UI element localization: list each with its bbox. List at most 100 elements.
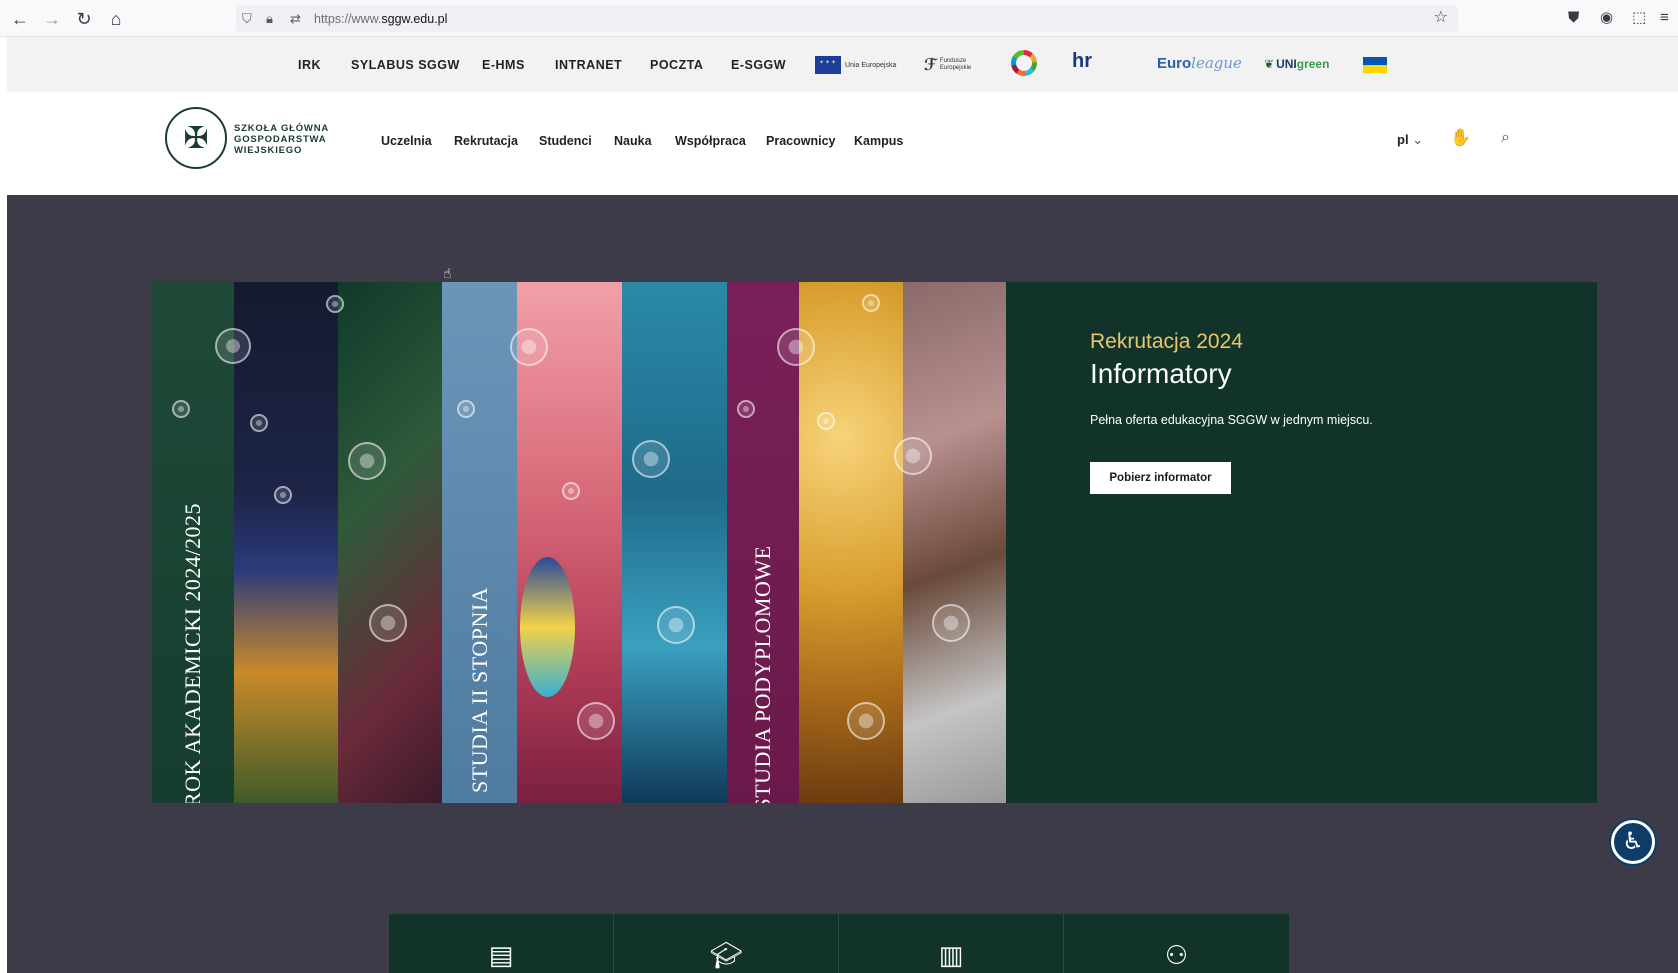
browser-toolbar: ← → ↻ ⌂ ⛉ 🔒︎ ⇄ https://www.sggw.edu.pl ☆… bbox=[0, 0, 1678, 37]
decor-bubble bbox=[215, 328, 251, 364]
pocket-icon[interactable]: ⛊ bbox=[1568, 9, 1579, 27]
decor-bubble bbox=[737, 400, 755, 418]
decor-bubble bbox=[632, 440, 670, 478]
euroleague-logo[interactable]: Euro league bbox=[1157, 52, 1242, 74]
forward-icon[interactable]: → bbox=[40, 7, 64, 31]
util-link-esggw[interactable]: E-SGGW bbox=[731, 58, 786, 72]
reload-icon[interactable]: ↻ bbox=[72, 7, 96, 31]
quick-link-tile[interactable]: ▥ bbox=[839, 914, 1064, 973]
hr-logo[interactable]: hr bbox=[1072, 50, 1092, 72]
eu-logo[interactable]: Unia Europejska bbox=[815, 54, 896, 76]
fundusze-logo[interactable]: ℱ Fundusze Europejskie bbox=[924, 54, 979, 76]
accessibility-button[interactable]: ♿︎ bbox=[1611, 820, 1655, 864]
bookmark-star-icon[interactable]: ☆ bbox=[1434, 9, 1448, 27]
decor-bubble bbox=[274, 486, 292, 504]
nav-kampus[interactable]: Kampus bbox=[854, 134, 903, 148]
graduation-cap-icon: 🎓︎ bbox=[709, 940, 743, 970]
main-header: ✠ SZKOŁA GŁÓWNA GOSPODARSTWA WIEJSKIEGO … bbox=[7, 92, 1678, 195]
decor-bubble bbox=[894, 437, 932, 475]
banner-kicker: Rekrutacja 2024 bbox=[1090, 330, 1243, 353]
strip-water bbox=[622, 282, 727, 803]
eu-flag-icon bbox=[815, 56, 841, 74]
chevron-down-icon: ⌄ bbox=[1412, 132, 1424, 147]
quick-link-tile[interactable]: ⚇ bbox=[1064, 914, 1289, 973]
decor-bubble bbox=[250, 414, 268, 432]
decor-bubble bbox=[817, 412, 835, 430]
decor-bubble bbox=[348, 442, 386, 480]
hr-logo-text: hr bbox=[1072, 49, 1092, 72]
extensions-icon[interactable]: ⬚ bbox=[1632, 9, 1646, 27]
url-bar[interactable]: ⛉ 🔒︎ ⇄ https://www.sggw.edu.pl ☆ bbox=[236, 5, 1458, 32]
nav-uczelnia[interactable]: Uczelnia bbox=[381, 134, 432, 148]
language-label: pl bbox=[1397, 132, 1409, 147]
hero-banner: ROK AKADEMICKI 2024/2025 STUDIA II STOPN… bbox=[152, 282, 1597, 803]
url-text: https://www.sggw.edu.pl bbox=[314, 11, 447, 27]
lock-icon[interactable]: 🔒︎ bbox=[266, 10, 273, 27]
language-select[interactable]: pl ⌄ bbox=[1397, 132, 1423, 148]
util-link-poczta[interactable]: POCZTA bbox=[650, 58, 703, 72]
util-link-irk[interactable]: IRK bbox=[298, 58, 321, 72]
banner-description: Pełna oferta edukacyjna SGGW w jednym mi… bbox=[1090, 413, 1373, 427]
brand-line2: GOSPODARSTWA bbox=[234, 134, 327, 145]
strip-hands bbox=[903, 282, 1006, 803]
ukraine-flag[interactable] bbox=[1363, 54, 1387, 76]
fundusze-icon: ℱ bbox=[924, 56, 937, 74]
search-icon[interactable]: ⌕ bbox=[1501, 129, 1510, 147]
decor-bubble bbox=[326, 295, 344, 313]
hand-cursor-icon: ☝ bbox=[443, 265, 452, 281]
quick-links: ▤ 🎓︎ ▥ ⚇ bbox=[389, 914, 1289, 973]
nav-studenci[interactable]: Studenci bbox=[539, 134, 592, 148]
util-link-ehms[interactable]: E-HMS bbox=[482, 58, 525, 72]
decor-bubble bbox=[862, 294, 880, 312]
eu-logo-label: Unia Europejska bbox=[845, 61, 897, 69]
nav-pracownicy[interactable]: Pracownicy bbox=[766, 134, 835, 148]
brand-name[interactable]: SZKOŁA GŁÓWNA GOSPODARSTWA WIEJSKIEGO bbox=[234, 123, 329, 156]
decor-bubble bbox=[369, 604, 407, 642]
decor-bubble bbox=[777, 328, 815, 366]
decor-bubble bbox=[577, 702, 615, 740]
decor-bubble bbox=[457, 400, 475, 418]
home-icon[interactable]: ⌂ bbox=[104, 7, 128, 31]
nav-rekrutacja[interactable]: Rekrutacja bbox=[454, 134, 518, 148]
utility-bar: IRK SYLABUS SGGW E-HMS INTRANET POCZTA E… bbox=[7, 37, 1678, 92]
strip-second-degree: STUDIA II STOPNIA bbox=[442, 282, 517, 803]
people-group-icon: ⚇ bbox=[1164, 940, 1189, 970]
url-domain: sggw.edu.pl bbox=[381, 12, 448, 26]
unigreen-a: UNI bbox=[1276, 57, 1297, 71]
sdg-wheel-icon bbox=[1011, 50, 1037, 76]
nav-wspolpraca[interactable]: Współpraca bbox=[675, 134, 746, 148]
permissions-icon[interactable]: ⇄ bbox=[290, 10, 301, 27]
menu-icon[interactable]: ≡ bbox=[1660, 9, 1669, 27]
banner-image-strips: ROK AKADEMICKI 2024/2025 STUDIA II STOPN… bbox=[152, 282, 1006, 803]
strip-label-postgraduate: STUDIA PODYPLOMOWE bbox=[750, 545, 775, 803]
shield-icon[interactable]: ⛉ bbox=[242, 10, 252, 27]
sdg-logo[interactable] bbox=[1011, 50, 1037, 76]
strip-label-second-degree: STUDIA II STOPNIA bbox=[466, 586, 492, 794]
strip-city bbox=[234, 282, 338, 803]
back-icon[interactable]: ← bbox=[8, 7, 32, 31]
strip-leaves bbox=[338, 282, 442, 803]
fish-shape bbox=[520, 557, 575, 697]
buildings-icon: ▥ bbox=[938, 940, 964, 970]
euroleague-a: Euro bbox=[1157, 54, 1192, 72]
url-prefix: https://www. bbox=[314, 12, 382, 26]
quick-link-tile[interactable]: ▤ bbox=[389, 914, 614, 973]
nav-nauka[interactable]: Nauka bbox=[614, 134, 652, 148]
sign-language-icon[interactable]: ✋ bbox=[1450, 128, 1471, 148]
unigreen-b: green bbox=[1296, 57, 1330, 71]
leaf-icon: ❦ bbox=[1264, 57, 1275, 71]
decor-bubble bbox=[932, 604, 970, 642]
fundusze-label: Fundusze Europejskie bbox=[939, 58, 972, 71]
account-icon[interactable]: ◉ bbox=[1600, 9, 1613, 27]
sggw-crest-icon[interactable]: ✠ bbox=[165, 107, 227, 169]
util-link-intranet[interactable]: INTRANET bbox=[555, 58, 622, 72]
decor-bubble bbox=[847, 702, 885, 740]
decor-bubble bbox=[172, 400, 190, 418]
download-brochure-button[interactable]: Pobierz informator bbox=[1090, 462, 1231, 494]
quick-link-tile[interactable]: 🎓︎ bbox=[614, 914, 839, 973]
ukraine-flag-icon bbox=[1363, 57, 1387, 73]
decor-bubble bbox=[562, 482, 580, 500]
strip-label-academic-year: ROK AKADEMICKI 2024/2025 bbox=[180, 502, 205, 803]
unigreen-logo[interactable]: ❦ UNI green bbox=[1264, 53, 1329, 75]
util-link-sylabus[interactable]: SYLABUS SGGW bbox=[351, 58, 460, 72]
